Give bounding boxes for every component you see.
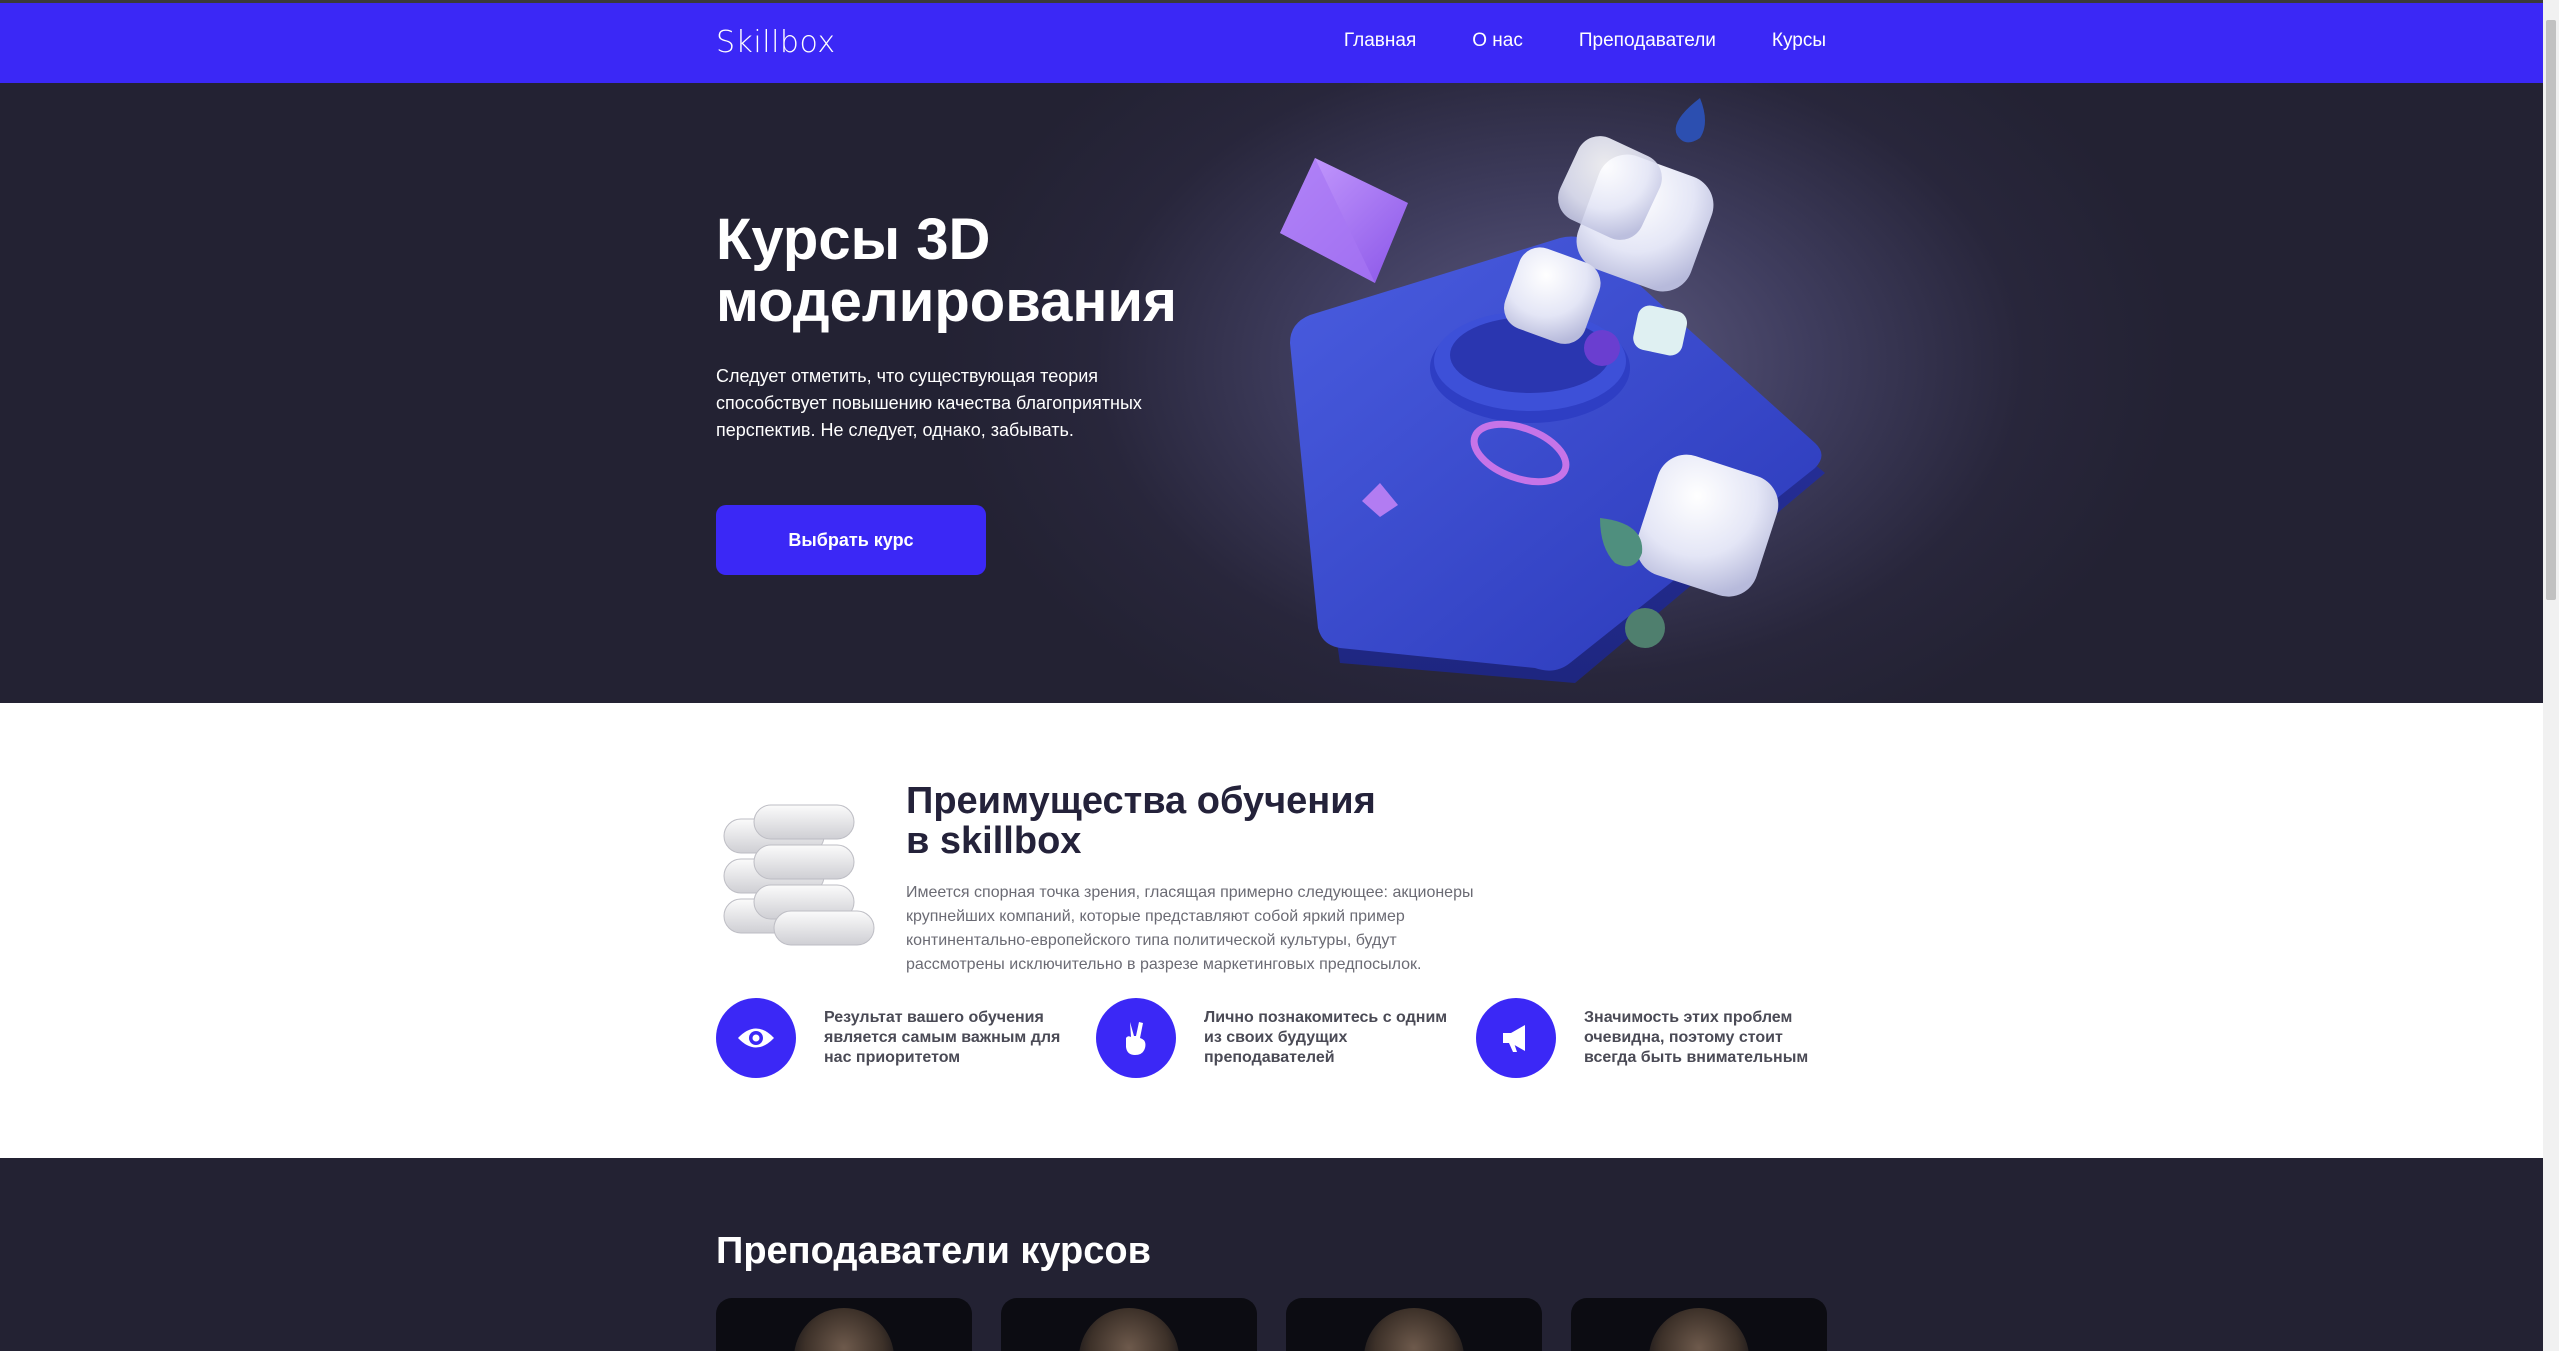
- advantages-section: Преимущества обучения в skillbox Имеется…: [0, 703, 2543, 1158]
- feature-item: Значимость этих проблем очевидна, поэтом…: [1476, 998, 1836, 1078]
- megaphone-icon: [1476, 998, 1556, 1078]
- advantages-description: Имеется спорная точка зрения, гласящая п…: [906, 884, 1474, 973]
- feature-text: Результат вашего обучения является самым…: [824, 1009, 1061, 1066]
- teachers-section: Преподаватели курсов: [0, 1158, 2543, 1351]
- teacher-card[interactable]: [1001, 1298, 1257, 1351]
- feature-item: Результат вашего обучения является самым…: [716, 998, 1076, 1078]
- teacher-photo: [794, 1308, 894, 1351]
- feature-text: Значимость этих проблем очевидна, поэтом…: [1584, 1009, 1809, 1066]
- teacher-card[interactable]: [1286, 1298, 1542, 1351]
- hero-section: Курсы 3D моделирования Следует отметить,…: [0, 83, 2543, 703]
- teacher-photo: [1364, 1308, 1464, 1351]
- scrollbar-thumb[interactable]: [2546, 20, 2556, 600]
- nav-link-teachers[interactable]: Преподаватели: [1579, 30, 1716, 52]
- feature-text: Лично познакомитесь с одним из своих буд…: [1204, 1009, 1448, 1066]
- skillbox-logo[interactable]: Skillbox: [716, 25, 836, 60]
- advantages-title: Преимущества обучения в skillbox: [906, 780, 1376, 862]
- nav-link-home[interactable]: Главная: [1344, 30, 1416, 52]
- cylinders-illustration: [723, 804, 875, 946]
- teachers-title: Преподаватели курсов: [716, 1230, 1151, 1272]
- victory-hand-icon: [1096, 998, 1176, 1078]
- teacher-photo: [1079, 1308, 1179, 1351]
- eye-icon: [716, 998, 796, 1078]
- teacher-card[interactable]: [1571, 1298, 1827, 1351]
- hero-title: Курсы 3D моделирования: [716, 207, 1177, 334]
- choose-course-button[interactable]: Выбрать курс: [716, 505, 986, 575]
- page-scrollbar[interactable]: [2543, 0, 2559, 1351]
- main-nav: Главная О нас Преподаватели Курсы: [1344, 30, 1826, 52]
- hero-description: Следует отметить, что существующая теори…: [716, 366, 1142, 440]
- top-nav-bar: Skillbox Главная О нас Преподаватели Кур…: [0, 0, 2543, 83]
- teacher-photo: [1649, 1308, 1749, 1351]
- nav-link-about[interactable]: О нас: [1472, 30, 1523, 52]
- hero-3d-illustration: [1280, 98, 1825, 683]
- nav-link-courses[interactable]: Курсы: [1772, 30, 1826, 52]
- feature-item: Лично познакомитесь с одним из своих буд…: [1096, 998, 1456, 1078]
- teacher-card[interactable]: [716, 1298, 972, 1351]
